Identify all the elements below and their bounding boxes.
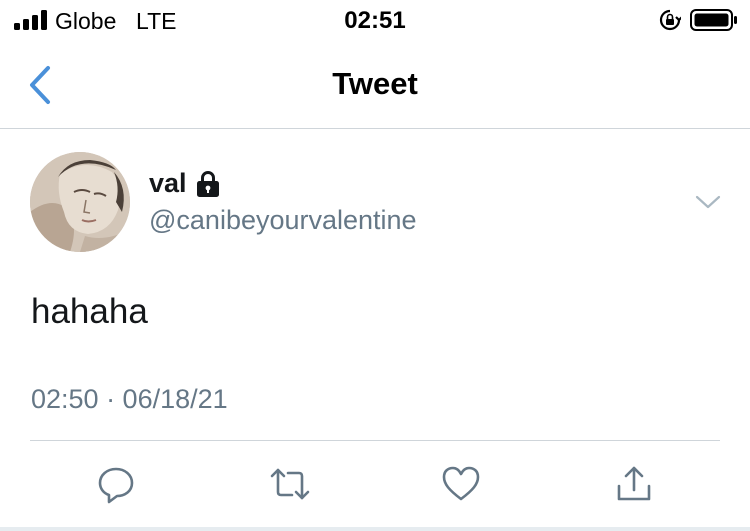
reply-icon[interactable] xyxy=(96,464,136,504)
retweet-icon[interactable] xyxy=(270,464,310,504)
user-handle[interactable]: @canibeyourvalentine xyxy=(149,205,417,236)
separator xyxy=(0,527,750,531)
avatar-illustration xyxy=(30,152,130,252)
tweet-timestamp[interactable]: 02:50 · 06/18/21 xyxy=(31,384,228,415)
like-icon[interactable] xyxy=(441,464,481,504)
avatar[interactable] xyxy=(30,152,130,252)
navigation-bar: Tweet xyxy=(0,42,750,129)
tweet-text: hahaha xyxy=(31,292,148,331)
display-name[interactable]: val xyxy=(149,168,187,199)
status-bar: Globe LTE 02:51 xyxy=(0,0,750,42)
chevron-down-icon[interactable] xyxy=(694,192,722,212)
divider xyxy=(30,440,720,441)
battery-icon xyxy=(690,9,737,31)
clock: 02:51 xyxy=(344,7,406,34)
orientation-lock-icon xyxy=(659,9,681,31)
lock-icon xyxy=(197,171,219,197)
share-icon[interactable] xyxy=(614,464,654,504)
page-title: Tweet xyxy=(332,66,418,101)
